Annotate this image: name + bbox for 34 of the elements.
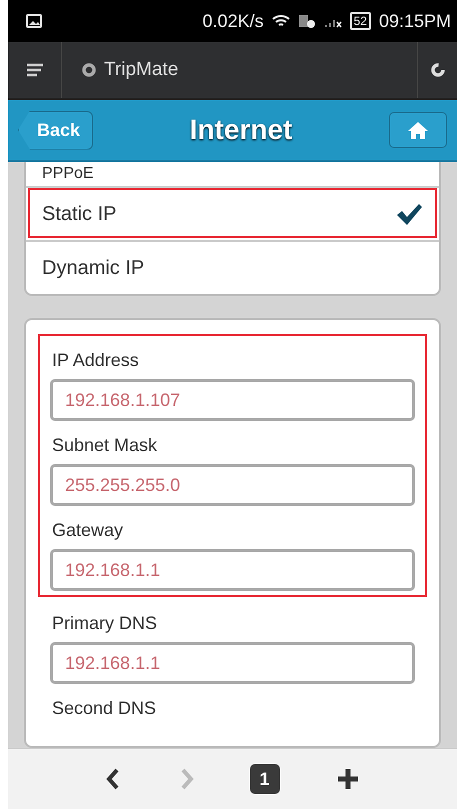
input-field[interactable]: 192.168.1.107 [50, 379, 415, 421]
field-label: IP Address [51, 349, 140, 372]
checkmark-icon [395, 202, 423, 226]
back-button[interactable]: Back [18, 110, 94, 150]
app-title: TripMate [104, 59, 178, 81]
home-icon [407, 121, 429, 139]
connection-option[interactable]: Dynamic IP [26, 240, 439, 294]
ring-logo-icon [82, 63, 96, 77]
network-speed: 0.02K/s [202, 10, 264, 32]
option-label: Static IP [42, 202, 116, 226]
input-field[interactable]: 192.168.1.1 [50, 549, 415, 591]
input-field[interactable]: 255.255.255.0 [50, 464, 415, 506]
image-icon [26, 14, 42, 28]
input-field[interactable]: 192.168.1.1 [50, 642, 415, 684]
field-label: Subnet Mask [51, 434, 158, 457]
tab-count-button[interactable]: 1 [250, 764, 280, 794]
connection-option[interactable]: PPPoE [26, 162, 439, 186]
clock-time: 09:15PM [378, 10, 451, 32]
field-label: Primary DNS [51, 612, 158, 635]
option-label: PPPoE [42, 165, 94, 183]
sim-card-icon [298, 14, 316, 28]
chevron-right-icon [180, 768, 194, 790]
plus-icon [336, 767, 360, 791]
chevron-left-icon [106, 768, 120, 790]
wifi-icon [272, 14, 290, 28]
page-title: Internet [188, 114, 294, 146]
menu-icon [26, 63, 44, 77]
field-label: Gateway [51, 519, 124, 542]
field-label: Second DNS [51, 697, 158, 720]
battery-level: 52 [350, 12, 371, 30]
home-button[interactable] [389, 112, 447, 148]
connection-option[interactable]: Static IP [26, 186, 439, 240]
option-label: Dynamic IP [42, 256, 144, 280]
reload-icon [430, 63, 444, 77]
